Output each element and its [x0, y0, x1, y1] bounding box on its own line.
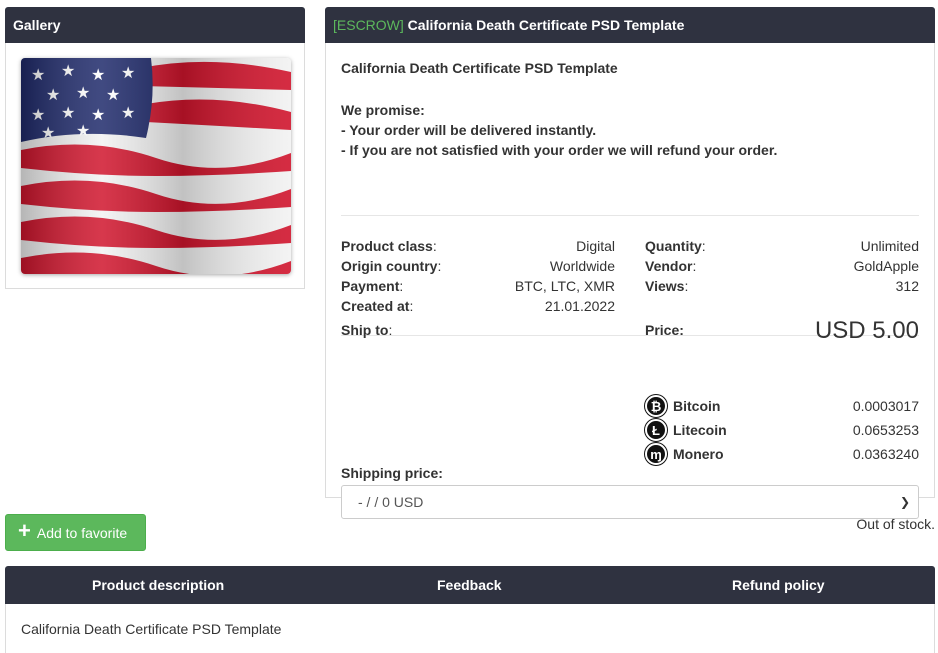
- detail-value: 21.01.2022: [544, 298, 615, 314]
- coin-row-litecoin: Ł Litecoin 0.0653253: [645, 418, 919, 442]
- description-text: California Death Certificate PSD Templat…: [21, 621, 282, 637]
- details-left: Product class: Digital Origin country: W…: [341, 236, 615, 316]
- crypto-prices: ₿ Bitcoin 0.0003017 Ł Litecoin 0.0653253…: [645, 394, 919, 466]
- detail-key: Origin country: [341, 258, 438, 274]
- promise-block: We promise: - Your order will be deliver…: [341, 100, 777, 160]
- ship-to-label: Ship to: [341, 322, 389, 338]
- chevron-down-icon: ❯: [899, 495, 910, 509]
- escrow-tag: [ESCROW]: [333, 17, 404, 33]
- product-header-title: California Death Certificate PSD Templat…: [407, 17, 685, 33]
- detail-origin-country: Origin country: Worldwide: [341, 258, 615, 274]
- detail-views: Views: 312: [645, 278, 919, 294]
- detail-key: Views: [645, 278, 685, 294]
- detail-value: Digital: [576, 238, 615, 254]
- detail-key: Quantity: [645, 238, 702, 254]
- coin-row-bitcoin: ₿ Bitcoin 0.0003017: [645, 394, 919, 418]
- tab-product-description[interactable]: Product description: [92, 566, 224, 604]
- product-tabs: Product description Feedback Refund poli…: [5, 566, 935, 604]
- detail-key: Vendor: [645, 258, 693, 274]
- monero-icon: ɱ: [645, 443, 667, 465]
- coin-row-monero: ɱ Monero 0.0363240: [645, 442, 919, 466]
- plus-icon: +: [18, 517, 31, 543]
- tab-feedback[interactable]: Feedback: [437, 566, 502, 604]
- detail-vendor: Vendor: GoldApple: [645, 256, 919, 276]
- gallery-panel: Gallery: [5, 7, 305, 289]
- add-to-favorite-label: Add to favorite: [36, 524, 128, 541]
- product-name: California Death Certificate PSD Templat…: [341, 60, 618, 76]
- price-label: Price:: [645, 322, 684, 338]
- product-image[interactable]: ★★★★ ★★★ ★★★★ ★★: [21, 58, 291, 274]
- promise-line: - Your order will be delivered instantly…: [341, 122, 597, 138]
- bitcoin-icon: ₿: [645, 395, 667, 417]
- detail-value: Unlimited: [860, 238, 919, 254]
- stock-status: Out of stock.: [856, 516, 935, 532]
- coin-name: Litecoin: [673, 422, 727, 438]
- promise-title: We promise:: [341, 102, 425, 118]
- detail-created-at: Created at: 21.01.2022: [341, 298, 615, 314]
- coin-amount: 0.0363240: [852, 446, 919, 462]
- product-panel: [ESCROW] California Death Certificate PS…: [325, 7, 935, 519]
- detail-product-class: Product class: Digital: [341, 238, 615, 254]
- detail-key: Created at: [341, 298, 410, 314]
- ship-to: Ship to:: [341, 322, 393, 338]
- shipping-select-value: - / / 0 USD: [358, 494, 424, 510]
- price-value: USD 5.00: [814, 317, 919, 344]
- shipping-price-label: Shipping price:: [341, 465, 443, 481]
- detail-key: Payment: [341, 278, 400, 294]
- divider: [341, 215, 919, 216]
- tab-refund-policy[interactable]: Refund policy: [732, 566, 825, 604]
- vendor-link[interactable]: GoldApple: [854, 256, 919, 276]
- detail-key: Product class: [341, 238, 433, 254]
- shipping-select[interactable]: - / / 0 USD ❯: [341, 485, 919, 519]
- detail-payment: Payment: BTC, LTC, XMR: [341, 278, 615, 294]
- coin-amount: 0.0653253: [852, 422, 919, 438]
- promise-line: - If you are not satisfied with your ord…: [341, 142, 778, 158]
- product-header: [ESCROW] California Death Certificate PS…: [325, 7, 935, 43]
- product-body: California Death Certificate PSD Templat…: [325, 43, 935, 519]
- coin-name: Monero: [673, 446, 724, 462]
- detail-value: BTC, LTC, XMR: [514, 278, 615, 294]
- gallery-body: ★★★★ ★★★ ★★★★ ★★: [5, 43, 305, 289]
- coin-name: Bitcoin: [673, 398, 721, 414]
- coin-amount: 0.0003017: [852, 398, 919, 414]
- details-right: Quantity: Unlimited Vendor: GoldApple Vi…: [645, 236, 919, 296]
- us-flag-image: ★★★★ ★★★ ★★★★ ★★: [21, 58, 291, 274]
- gallery-title: Gallery: [5, 7, 305, 43]
- detail-value: 312: [895, 278, 919, 294]
- tab-content: California Death Certificate PSD Templat…: [5, 604, 935, 653]
- litecoin-icon: Ł: [645, 419, 667, 441]
- detail-value: Worldwide: [549, 258, 615, 274]
- detail-quantity: Quantity: Unlimited: [645, 238, 919, 254]
- add-to-favorite-button[interactable]: + Add to favorite: [5, 514, 146, 551]
